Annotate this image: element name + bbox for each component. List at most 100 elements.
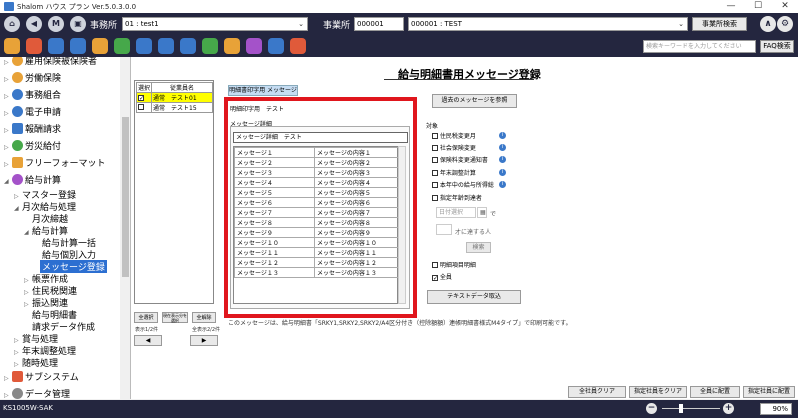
table-row[interactable]: メッセージ６ メッセージの内容６ xyxy=(234,197,399,208)
sidebar-item-denshi[interactable]: ▷ 電子申請 xyxy=(4,105,61,118)
message-content-cell[interactable]: メッセージの内容１２ xyxy=(314,257,399,268)
keyword-search-input[interactable]: 検索キーワードを入力してください xyxy=(643,40,756,53)
app1-icon[interactable] xyxy=(4,38,20,54)
message-content-cell[interactable]: メッセージの内容１１ xyxy=(314,247,399,258)
app7-icon[interactable] xyxy=(136,38,152,54)
menu-icon[interactable]: M xyxy=(48,16,64,32)
app8-icon[interactable] xyxy=(158,38,174,54)
detail-print-item[interactable]: 明細項目明細 xyxy=(432,260,476,269)
target-item[interactable]: 社会保険変更 xyxy=(432,143,476,152)
info-icon[interactable]: i xyxy=(499,169,506,176)
select-shown-button[interactable]: 現在表示分を選択 xyxy=(162,312,188,323)
sidebar-item-sub[interactable]: ▷ サブシステム xyxy=(4,370,79,383)
info-icon[interactable]: i xyxy=(499,156,506,163)
message-content-cell[interactable]: メッセージの内容７ xyxy=(314,207,399,218)
establishment-search-button[interactable]: 事業所検索 xyxy=(692,17,747,31)
row-checkbox[interactable] xyxy=(138,104,144,110)
close-icon[interactable]: ✕ xyxy=(772,0,798,13)
message-name-cell[interactable]: メッセージ１２ xyxy=(234,257,315,268)
app4-icon[interactable] xyxy=(70,38,86,54)
establishment-code-input[interactable]: 000001 xyxy=(354,17,404,31)
clear-selected-button[interactable]: 指定社員をクリア xyxy=(629,386,687,398)
sidebar-item-free[interactable]: ▷ フリーフォーマット xyxy=(4,156,105,169)
target-item[interactable]: 年末調整計算 xyxy=(432,168,476,177)
app13-icon[interactable] xyxy=(268,38,284,54)
date-select-input[interactable]: 日付選択 xyxy=(436,207,476,218)
message-name-cell[interactable]: メッセージ５ xyxy=(234,187,315,198)
assign-all-button[interactable]: 全員に配置 xyxy=(690,386,740,398)
checkbox[interactable] xyxy=(432,170,438,176)
table-row[interactable]: ✓ 通常 テスト01 xyxy=(135,92,213,103)
home-icon[interactable]: ⌂ xyxy=(4,16,20,32)
sidebar-item-hoshu[interactable]: ▷ 報酬請求 xyxy=(4,122,61,135)
zoom-slider-track[interactable] xyxy=(662,408,720,409)
checkbox[interactable] xyxy=(432,262,438,268)
message-name-cell[interactable]: メッセージ９ xyxy=(234,227,315,238)
sidebar-item-jimu[interactable]: ▷ 事務組合 xyxy=(4,88,61,101)
table-row[interactable]: メッセージ９ メッセージの内容９ xyxy=(234,227,399,238)
zoom-level[interactable]: 90% xyxy=(760,403,792,415)
message-content-cell[interactable]: メッセージの内容３ xyxy=(314,167,399,178)
minimize-icon[interactable]: — xyxy=(718,0,744,13)
past-messages-button[interactable]: 過去のメッセージを参照 xyxy=(432,94,517,108)
app3-icon[interactable] xyxy=(48,38,64,54)
zoom-in-icon[interactable]: + xyxy=(723,403,734,414)
text-import-button[interactable]: テキストデータ取込 xyxy=(427,290,521,304)
message-name-cell[interactable]: メッセージ６ xyxy=(234,197,315,208)
table-row[interactable]: 通常 テスト15 xyxy=(135,102,213,113)
checkbox[interactable] xyxy=(432,195,438,201)
checkbox[interactable] xyxy=(432,157,438,163)
app6-icon[interactable] xyxy=(114,38,130,54)
target-item[interactable]: 本年中の給与所得総 xyxy=(432,180,494,189)
checkbox[interactable] xyxy=(432,133,438,139)
checkbox[interactable]: ✓ xyxy=(432,275,438,282)
next-page-button[interactable]: ▶ xyxy=(190,335,218,346)
sidebar-item-kyuyo[interactable]: ◢ 給与計算 xyxy=(4,173,61,186)
message-name-cell[interactable]: メッセージ４ xyxy=(234,177,315,188)
sidebar-item-koyo[interactable]: ▷ 雇用保険被保険者 xyxy=(4,57,97,67)
assign-selected-button[interactable]: 指定社員に配置 xyxy=(743,386,795,398)
message-content-cell[interactable]: メッセージの内容９ xyxy=(314,227,399,238)
target-item[interactable]: 指定年齢到達者 xyxy=(432,193,482,202)
message-detail-input[interactable]: メッセージ詳細 テスト xyxy=(233,132,408,143)
sidebar-item-rodo[interactable]: ▷ 労働保険 xyxy=(4,71,61,84)
table-row[interactable]: メッセージ７ メッセージの内容７ xyxy=(234,207,399,218)
row-checkbox[interactable]: ✓ xyxy=(138,95,144,102)
office-select[interactable]: 01 : test1 ⌄ xyxy=(122,17,308,31)
app5-icon[interactable] xyxy=(92,38,108,54)
age-input[interactable] xyxy=(436,224,452,235)
search-button[interactable]: 検索 xyxy=(466,242,491,253)
calendar-icon[interactable]: ▦ xyxy=(477,207,487,218)
table-row[interactable]: メッセージ８ メッセージの内容８ xyxy=(234,217,399,228)
zoom-slider-thumb[interactable] xyxy=(679,404,683,413)
app14-icon[interactable] xyxy=(290,38,306,54)
app2-icon[interactable] xyxy=(26,38,42,54)
zoom-out-icon[interactable]: − xyxy=(646,403,657,414)
message-content-cell[interactable]: メッセージの内容５ xyxy=(314,187,399,198)
table-row[interactable]: メッセージ１２ メッセージの内容１２ xyxy=(234,257,399,268)
message-content-cell[interactable]: メッセージの内容１３ xyxy=(314,267,399,278)
tab-print-message[interactable]: 明細書印字用 メッセージ xyxy=(228,85,298,96)
office-icon[interactable]: ▣ xyxy=(70,16,86,32)
clear-all-button[interactable]: 全解除 xyxy=(192,312,216,323)
target-item[interactable]: 住民税変更月 xyxy=(432,131,476,140)
gear-icon[interactable]: ⚙ xyxy=(777,16,793,32)
message-name-cell[interactable]: メッセージ１ xyxy=(234,147,315,158)
table-row[interactable]: メッセージ１ メッセージの内容１ xyxy=(234,147,399,158)
table-row[interactable]: メッセージ２ メッセージの内容２ xyxy=(234,157,399,168)
info-icon[interactable]: i xyxy=(499,144,506,151)
table-row[interactable]: メッセージ５ メッセージの内容５ xyxy=(234,187,399,198)
back-icon[interactable]: ◀ xyxy=(26,16,42,32)
sidebar-scroll-thumb[interactable] xyxy=(122,117,129,277)
message-content-cell[interactable]: メッセージの内容１ xyxy=(314,147,399,158)
info-icon[interactable]: i xyxy=(499,132,506,139)
message-content-cell[interactable]: メッセージの内容８ xyxy=(314,217,399,228)
clear-all-employees-button[interactable]: 全社員クリア xyxy=(568,386,626,398)
message-name-cell[interactable]: メッセージ２ xyxy=(234,157,315,168)
sidebar-item-zuiji[interactable]: ▷ 随時処理 xyxy=(14,356,58,369)
message-name-cell[interactable]: メッセージ８ xyxy=(234,217,315,228)
app12-icon[interactable] xyxy=(246,38,262,54)
info-icon[interactable]: i xyxy=(499,181,506,188)
sidebar-item-data[interactable]: ▷ データ管理 xyxy=(4,387,70,399)
table-row[interactable]: メッセージ４ メッセージの内容４ xyxy=(234,177,399,188)
